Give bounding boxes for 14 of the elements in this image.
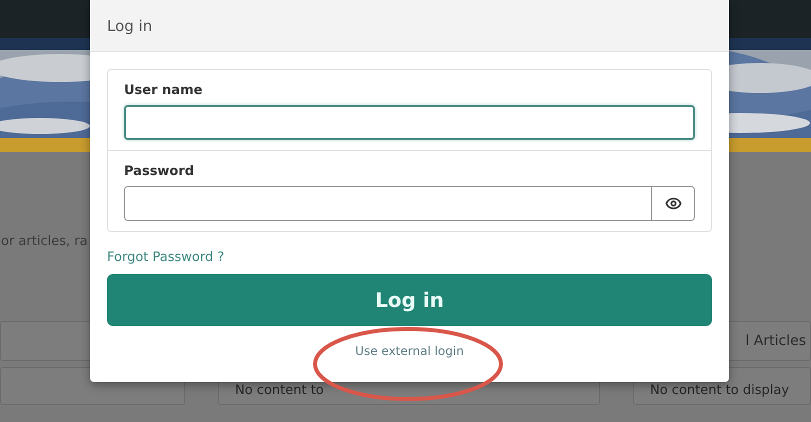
username-field[interactable] bbox=[124, 105, 695, 140]
field-label: User name bbox=[124, 83, 202, 98]
password-field[interactable] bbox=[124, 186, 652, 221]
eye-icon bbox=[664, 195, 682, 212]
external-login-link[interactable]: Use external login bbox=[355, 344, 464, 358]
card-title: l Articles bbox=[745, 333, 806, 349]
forgot-password-link[interactable]: Forgot Password ? bbox=[107, 250, 224, 265]
login-button[interactable]: Log in bbox=[107, 274, 712, 326]
intro-text: or articles, ra bbox=[1, 234, 88, 249]
dialog-title: Log in bbox=[107, 16, 152, 34]
empty-message: No content to bbox=[235, 383, 324, 398]
field-label: Password bbox=[124, 164, 194, 179]
empty-message: No content to display bbox=[650, 383, 790, 398]
show-password-button[interactable] bbox=[652, 186, 695, 221]
